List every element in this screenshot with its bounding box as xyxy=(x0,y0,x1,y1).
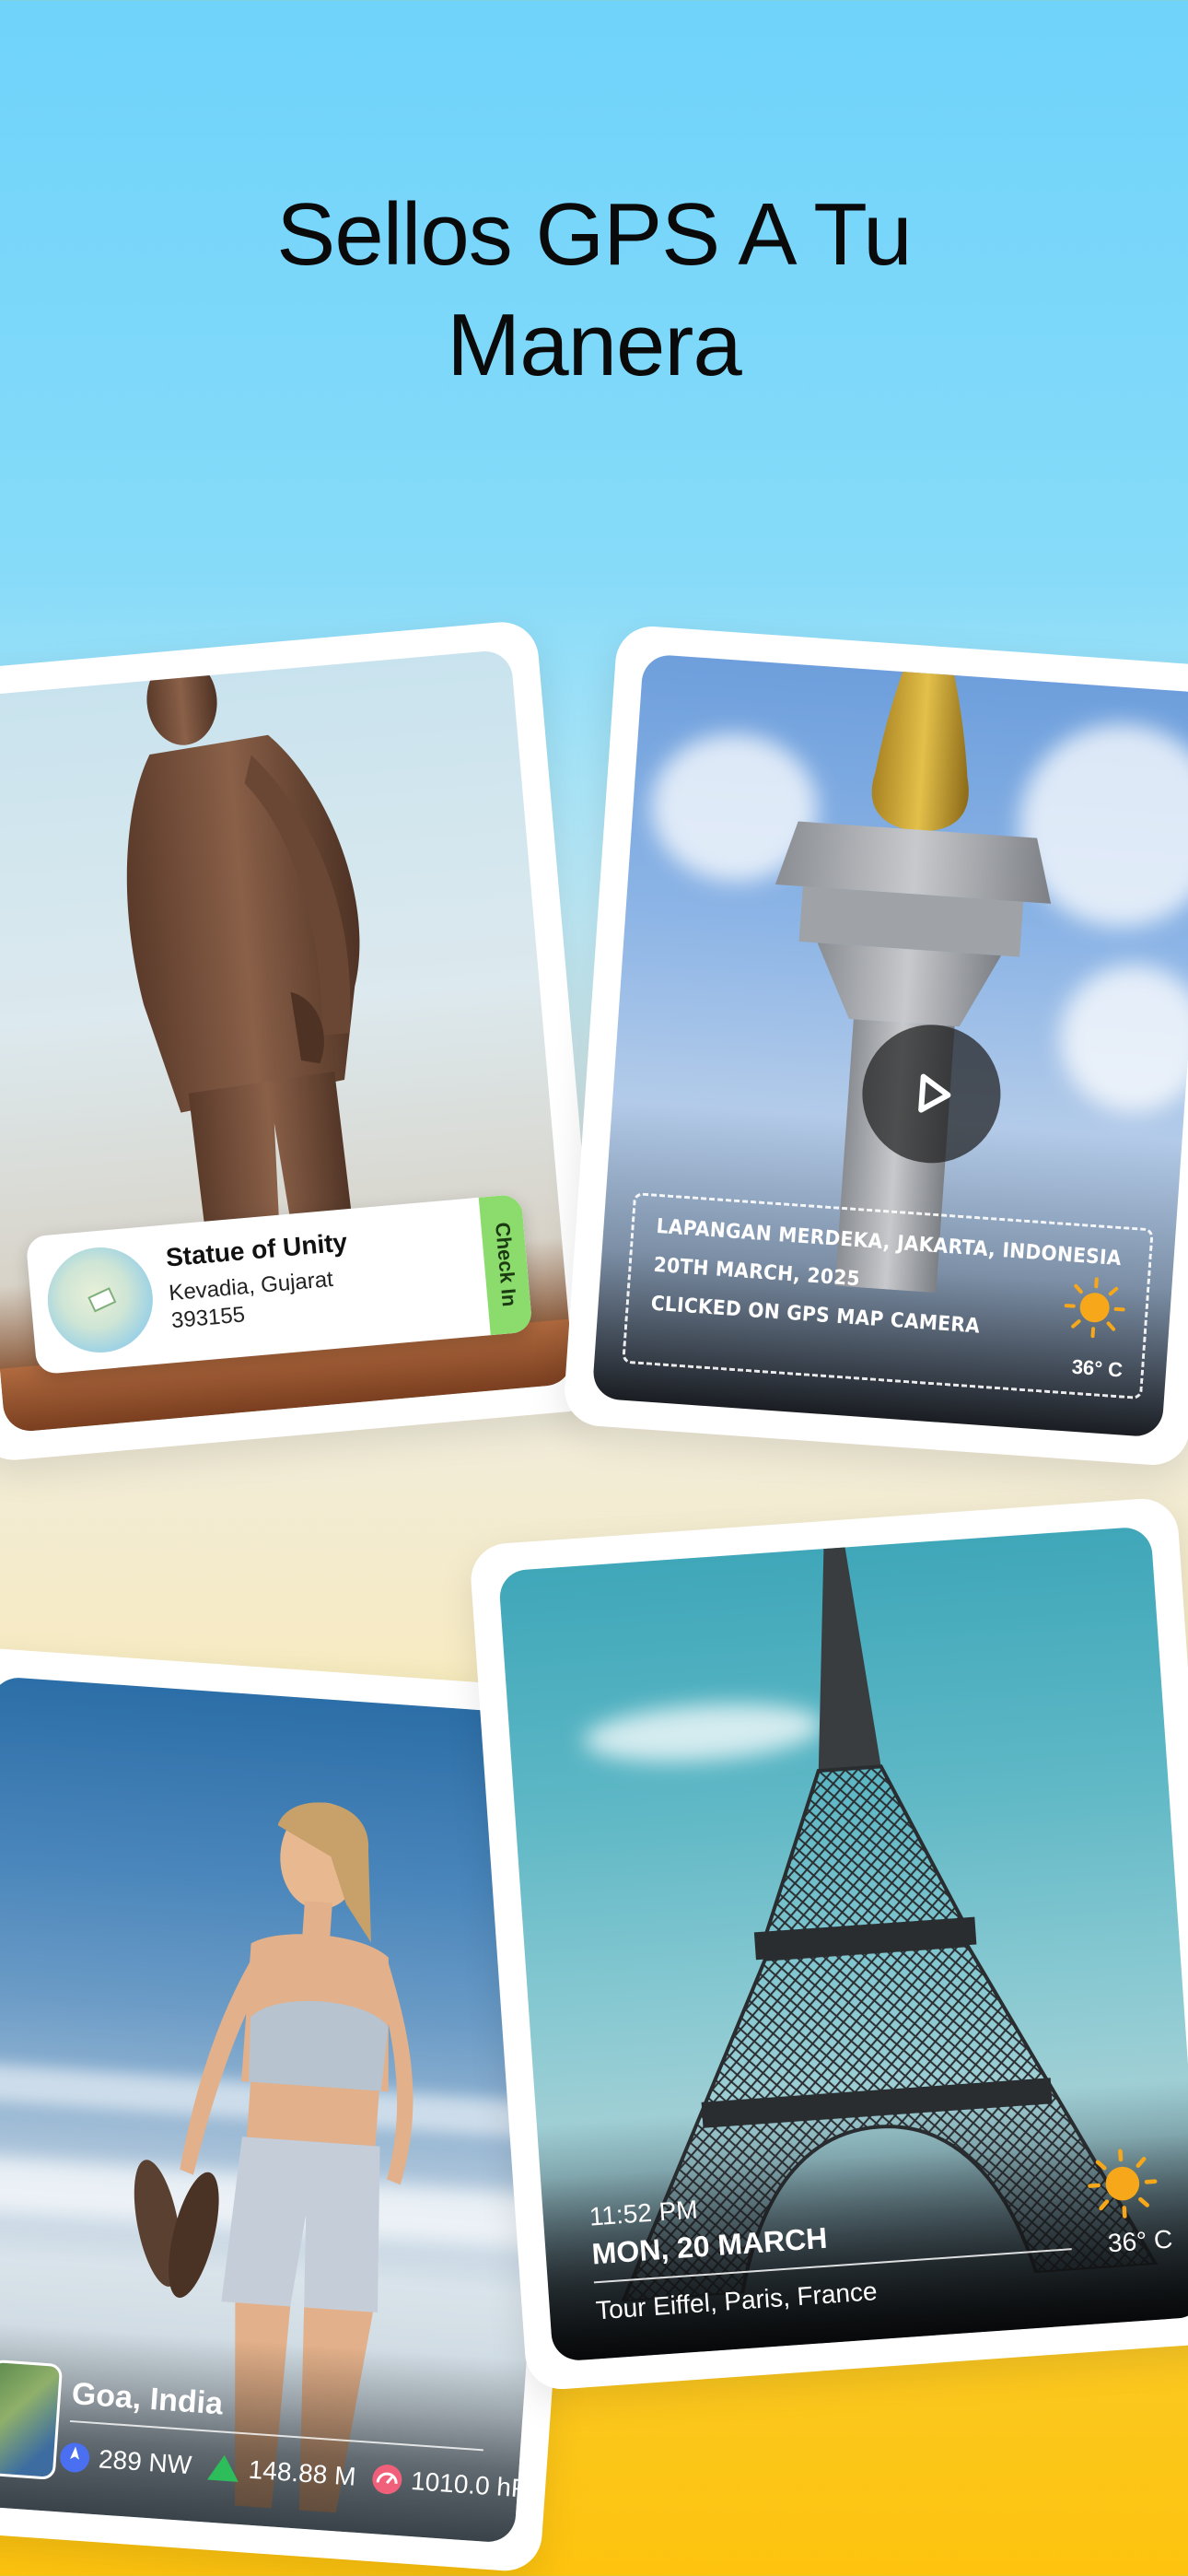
eiffel-photo-card[interactable]: 11:52 PM MON, 20 MARCH 36° C Tour Eiffel… xyxy=(468,1496,1188,2392)
altitude-value: 148.88 M xyxy=(247,2454,357,2491)
beach-photo: Goa, India 289 NW 148.88 M 1010.0 hPa xyxy=(0,1676,572,2544)
mountain-icon xyxy=(207,2454,239,2482)
wind-value: 289 NW xyxy=(98,2444,193,2480)
stamp-time: 11:52 PM xyxy=(588,2195,699,2231)
stamp-credit: CLICKED ON GPS MAP CAMERA xyxy=(649,1292,981,1339)
play-icon xyxy=(918,1073,951,1113)
check-in-label: Check In xyxy=(491,1221,522,1308)
pressure-reading: 1010.0 hPa xyxy=(369,2462,543,2507)
location-name: Goa, India xyxy=(70,2376,225,2422)
sun-icon xyxy=(1088,2149,1158,2219)
monument-video-card[interactable]: LAPANGAN MERDEKA, JAKARTA, INDONESIA 20T… xyxy=(562,624,1188,1468)
map-thumbnail xyxy=(43,1243,157,1357)
gauge-icon xyxy=(372,2465,402,2495)
sun-icon xyxy=(1064,1277,1125,1339)
statue-photo-card[interactable]: Statue of Unity Kevadia, Gujarat 393155 … xyxy=(0,619,605,1463)
wind-reading: 289 NW xyxy=(57,2440,192,2482)
check-in-button[interactable]: Check In xyxy=(478,1193,533,1336)
statue-photo: Statue of Unity Kevadia, Gujarat 393155 … xyxy=(0,649,575,1434)
temperature: 36° C xyxy=(1106,2224,1174,2258)
headline-line-2: Manera xyxy=(447,296,742,394)
gps-info-overlay: Goa, India 289 NW 148.88 M 1010.0 hPa xyxy=(0,2319,543,2544)
place-address: Kevadia, Gujarat 393155 xyxy=(168,1266,336,1335)
pressure-value: 1010.0 hPa xyxy=(410,2465,544,2504)
map-thumbnail xyxy=(0,2359,64,2480)
compass-icon xyxy=(60,2442,90,2473)
stamp-date: 20TH MARCH, 2025 xyxy=(652,1253,861,1292)
altitude-reading: 148.88 M xyxy=(205,2452,357,2491)
stamp-place: Tour Eiffel, Paris, France xyxy=(594,2277,879,2325)
eiffel-photo: 11:52 PM MON, 20 MARCH 36° C Tour Eiffel… xyxy=(497,1526,1188,2362)
map-marker-icon xyxy=(87,1287,117,1313)
temperature: 36° C xyxy=(1071,1354,1124,1382)
gps-stamp-box: LAPANGAN MERDEKA, JAKARTA, INDONESIA 20T… xyxy=(622,1192,1154,1400)
monument-photo: LAPANGAN MERDEKA, JAKARTA, INDONESIA 20T… xyxy=(591,653,1188,1438)
headline: Sellos GPS A Tu Manera xyxy=(0,180,1188,401)
headline-line-1: Sellos GPS A Tu xyxy=(276,185,912,284)
